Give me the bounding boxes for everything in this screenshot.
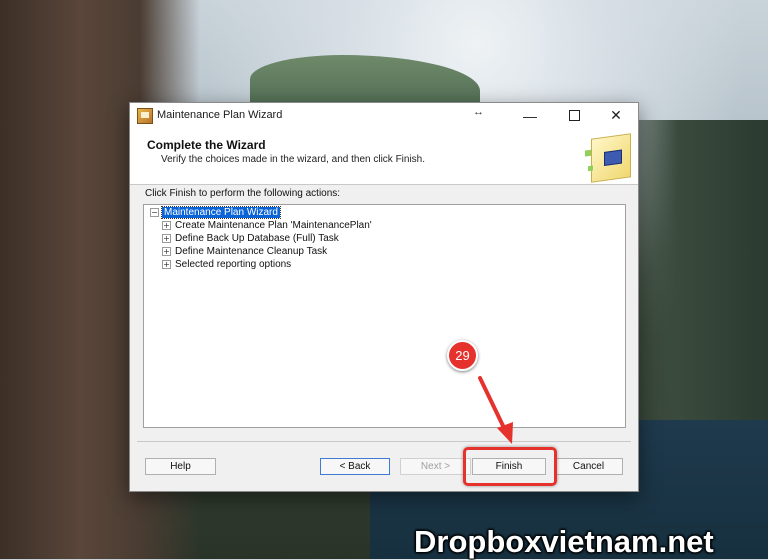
expand-icon[interactable]: +: [162, 234, 171, 243]
expand-icon[interactable]: +: [162, 260, 171, 269]
collapse-icon[interactable]: −: [150, 208, 159, 217]
page-title: Complete the Wizard: [147, 138, 266, 152]
back-button[interactable]: < Back: [320, 458, 390, 475]
expand-icon[interactable]: +: [162, 221, 171, 230]
step-number-badge: 29: [447, 340, 478, 371]
help-button[interactable]: Help: [145, 458, 216, 475]
tree-root-label[interactable]: Maintenance Plan Wizard: [161, 206, 281, 219]
instruction-label: Click Finish to perform the following ac…: [145, 188, 341, 199]
resize-cursor-icon: ↔: [473, 106, 484, 118]
wizard-app-icon: [137, 108, 153, 124]
tree-item-label: Define Back Up Database (Full) Task: [175, 233, 339, 244]
cancel-button[interactable]: Cancel: [554, 458, 623, 475]
tree-item-label: Selected reporting options: [175, 259, 292, 270]
tree-item-label: Define Maintenance Cleanup Task: [175, 246, 328, 257]
tree-item-cleanup-task[interactable]: + Define Maintenance Cleanup Task: [162, 246, 327, 257]
wizard-header: Complete the Wizard Verify the choices m…: [130, 128, 638, 185]
actions-tree-view[interactable]: − Maintenance Plan Wizard + Create Maint…: [143, 204, 626, 428]
maximize-icon: [568, 110, 580, 121]
wizard-graphic-icon: [585, 133, 631, 183]
footer-divider: [137, 441, 631, 442]
close-button[interactable]: ✕: [596, 103, 636, 128]
tree-root-item[interactable]: − Maintenance Plan Wizard: [150, 206, 281, 219]
title-bar[interactable]: Maintenance Plan Wizard ↔ — ✕: [130, 103, 638, 128]
tree-item-create-plan[interactable]: + Create Maintenance Plan 'MaintenancePl…: [162, 220, 372, 231]
expand-icon[interactable]: +: [162, 247, 171, 256]
annotation-arrow-icon: [478, 376, 513, 444]
minimize-button[interactable]: —: [510, 103, 550, 128]
tree-item-backup-task[interactable]: + Define Back Up Database (Full) Task: [162, 233, 339, 244]
page-subtitle: Verify the choices made in the wizard, a…: [161, 154, 426, 165]
finish-highlight-box: [463, 447, 557, 486]
tree-item-reporting-options[interactable]: + Selected reporting options: [162, 259, 291, 270]
watermark-text: Dropboxvietnam.net: [414, 524, 714, 559]
next-button: Next >: [400, 458, 471, 475]
tree-item-label: Create Maintenance Plan 'MaintenancePlan…: [175, 220, 372, 231]
window-title: Maintenance Plan Wizard: [157, 109, 283, 121]
maximize-button[interactable]: [554, 103, 594, 128]
maintenance-plan-wizard-dialog: Maintenance Plan Wizard ↔ — ✕ Complete t…: [129, 102, 639, 492]
